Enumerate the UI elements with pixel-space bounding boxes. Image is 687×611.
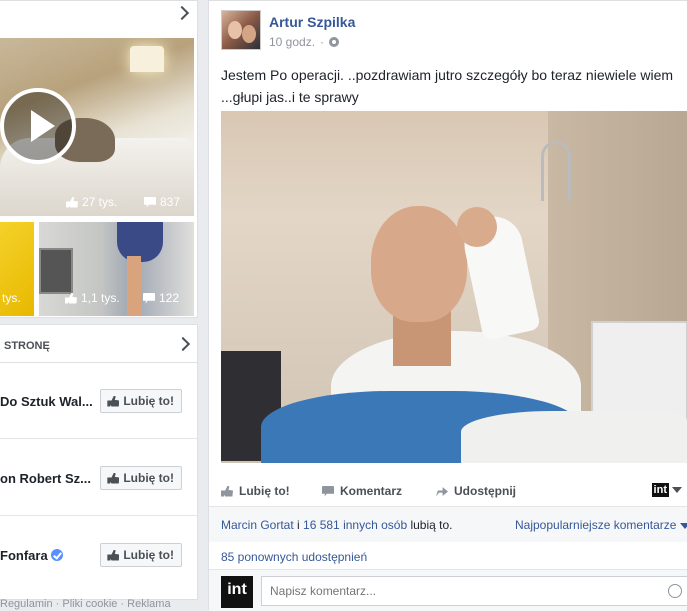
page-like-label: Lubię to! xyxy=(123,548,174,562)
suggested-pages-header: STRONĘ xyxy=(0,325,198,363)
suggested-page-name[interactable]: on Robert Sz... xyxy=(0,471,91,486)
video-small2-comments: 122 xyxy=(143,291,179,305)
comment-composer: int xyxy=(209,569,687,611)
top-comments-sort[interactable]: Najpopularniejsze komentarze xyxy=(515,518,687,532)
thumbs-up-icon xyxy=(107,395,120,407)
hand-shape xyxy=(457,207,497,247)
video-small1-likes-count: 2 tys. xyxy=(0,291,21,305)
emoji-icon[interactable] xyxy=(668,584,682,598)
suggested-page-name-wrap[interactable]: Fonfara xyxy=(0,548,63,563)
avatar-face-shape xyxy=(242,25,256,43)
comment-action-label: Komentarz xyxy=(340,484,403,498)
chevron-right-icon[interactable] xyxy=(174,5,190,21)
caret-down-icon xyxy=(672,487,682,493)
likes-others-link[interactable]: 16 581 innych osób xyxy=(303,518,407,532)
page-like-button[interactable]: Lubię to! xyxy=(100,466,182,490)
page-like-label: Lubię to! xyxy=(123,394,174,408)
leg-shape xyxy=(127,256,141,316)
video-small1-likes: 2 tys. xyxy=(0,291,21,305)
post-photo[interactable] xyxy=(221,111,687,463)
page-logo: int xyxy=(651,483,669,497)
post-card: Artur Szpilka 10 godz. · Jestem Po opera… xyxy=(208,0,687,611)
comment-icon xyxy=(144,196,156,208)
lamp-shape xyxy=(130,46,164,72)
page-identity-selector[interactable]: int xyxy=(651,483,682,497)
comment-input[interactable] xyxy=(261,576,687,606)
suggested-page-name: Fonfara xyxy=(0,548,48,563)
verified-badge-icon xyxy=(50,549,63,561)
likes-connector: i xyxy=(293,518,304,532)
video-comments: 837 xyxy=(144,195,180,209)
thumbs-up-icon xyxy=(107,472,120,484)
likes-summary: Marcin Gortat i 16 581 innych osób lubią… xyxy=(221,518,453,532)
share-icon xyxy=(436,487,448,497)
suggested-pages-title: STRONĘ xyxy=(4,340,50,352)
page-like-button[interactable]: Lubię to! xyxy=(100,543,182,567)
chevron-right-icon[interactable] xyxy=(175,336,191,352)
suggested-page-name[interactable]: Do Sztuk Wal... xyxy=(0,394,93,409)
video-small2-likes-count: 1,1 tys. xyxy=(81,291,120,305)
author-avatar[interactable] xyxy=(221,10,261,50)
video-thumbnail-main[interactable]: 27 tys. 837 xyxy=(0,38,194,216)
thumbs-up-icon xyxy=(221,485,233,497)
globe-icon xyxy=(329,37,340,47)
suggested-page-item: on Robert Sz... Lubię to! xyxy=(0,440,198,516)
comment-action-button[interactable]: Komentarz xyxy=(322,484,402,498)
suggested-page-item: Fonfara Lubię to! xyxy=(0,517,198,593)
video-comments-count: 837 xyxy=(160,195,181,209)
video-thumbnail-small-1[interactable]: 2 tys. xyxy=(0,222,34,316)
commenter-avatar: int xyxy=(221,576,253,608)
top-comments-label: Najpopularniejsze komentarze xyxy=(515,518,677,532)
iv-hook-shape xyxy=(541,141,571,201)
video-small2-comments-count: 122 xyxy=(159,291,180,305)
caret-down-icon xyxy=(679,522,687,529)
thumbs-up-icon xyxy=(66,196,78,208)
thumbs-up-icon xyxy=(65,292,77,304)
likes-summary-bar: Marcin Gortat i 16 581 innych osób lubią… xyxy=(209,506,687,542)
share-action-label: Udostępnij xyxy=(454,484,516,498)
post-text-line: Jestem Po operacji. ..pozdrawiam jutro s… xyxy=(221,67,674,83)
separator-dot: · xyxy=(320,35,325,49)
video-likes-count: 27 tys. xyxy=(82,195,118,209)
video-likes: 27 tys. xyxy=(66,195,117,209)
comment-icon xyxy=(143,292,155,304)
like-action-button[interactable]: Lubię to! xyxy=(221,484,290,498)
comment-icon xyxy=(322,485,334,497)
play-icon[interactable] xyxy=(0,88,76,164)
footer-links[interactable]: Regulamin · Pliki cookie · Reklama xyxy=(0,598,171,610)
suggested-page-item: Do Sztuk Wal... Lubię to! xyxy=(0,363,198,439)
oven-shape xyxy=(39,248,73,294)
post-text-line: ...głupi jas..i te sprawy xyxy=(221,89,359,105)
post-author[interactable]: Artur Szpilka xyxy=(269,14,355,30)
avatar-face-shape xyxy=(228,21,242,39)
post-text: Jestem Po operacji. ..pozdrawiam jutro s… xyxy=(221,64,681,108)
shares-count-link[interactable]: 85 ponownych udostępnień xyxy=(221,550,367,564)
video-thumbnail-small-2[interactable]: 1,1 tys. 122 xyxy=(39,222,194,316)
suggested-pages-card: STRONĘ Do Sztuk Wal... Lubię to! on Robe… xyxy=(0,324,198,600)
sheet-shape xyxy=(461,411,687,463)
like-action-label: Lubię to! xyxy=(239,484,290,498)
page-like-button[interactable]: Lubię to! xyxy=(100,389,182,413)
left-column: 27 tys. 837 2 tys. 1,1 tys. 122 xyxy=(0,0,198,610)
videos-card: 27 tys. 837 2 tys. 1,1 tys. 122 xyxy=(0,0,198,318)
thumbs-up-icon xyxy=(107,549,120,561)
post-actions: Lubię to! Komentarz Udostępnij int xyxy=(221,479,687,503)
video-small2-likes: 1,1 tys. xyxy=(65,291,120,305)
likes-suffix: lubią to. xyxy=(407,518,453,532)
liker-name[interactable]: Marcin Gortat xyxy=(221,518,294,532)
share-action-button[interactable]: Udostępnij xyxy=(436,484,516,498)
page-like-label: Lubię to! xyxy=(123,471,174,485)
post-timestamp[interactable]: 10 godz. xyxy=(269,35,315,49)
post-meta: 10 godz. · xyxy=(269,35,340,49)
head-shape xyxy=(371,206,467,322)
